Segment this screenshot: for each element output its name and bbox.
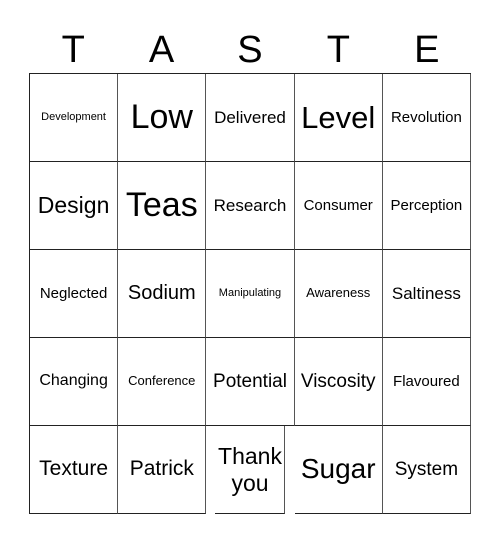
bingo-cell[interactable]: Sodium [118, 250, 207, 338]
bingo-cell[interactable]: Texture [30, 426, 119, 514]
bingo-cell[interactable]: Development [30, 74, 119, 162]
bingo-cell[interactable]: Sugar [294, 426, 383, 514]
bingo-header: T A S T E [29, 28, 471, 72]
bingo-cell[interactable]: Revolution [382, 74, 471, 162]
bingo-cell[interactable]: System [382, 426, 471, 514]
bingo-cell[interactable]: Teas [118, 162, 207, 250]
bingo-cell[interactable]: Viscosity [294, 338, 383, 426]
bingo-cell[interactable]: Design [30, 162, 119, 250]
bingo-cell[interactable]: Awareness [294, 250, 383, 338]
bingo-cell[interactable]: Perception [382, 162, 471, 250]
bingo-cell[interactable]: Patrick [118, 426, 207, 514]
bingo-cell[interactable]: Low [118, 74, 207, 162]
header-letter: S [237, 29, 263, 71]
bingo-cell[interactable]: Conference [118, 338, 207, 426]
bingo-cell[interactable]: Research [206, 162, 295, 250]
bingo-cell[interactable]: Changing [30, 338, 119, 426]
bingo-cell[interactable]: Thank you [215, 426, 286, 514]
header-letter: E [414, 29, 440, 71]
header-letter: A [148, 29, 175, 71]
bingo-cell[interactable]: Manipulating [206, 250, 295, 338]
bingo-cell[interactable]: Potential [206, 338, 295, 426]
bingo-cell[interactable]: Level [294, 74, 383, 162]
bingo-cell[interactable]: Flavoured [382, 338, 471, 426]
bingo-cell[interactable]: Consumer [294, 162, 383, 250]
bingo-grid: Development Low Delivered Level Revoluti… [29, 73, 471, 514]
bingo-cell[interactable]: Delivered [206, 74, 295, 162]
header-letter: T [326, 29, 350, 71]
bingo-cell[interactable]: Neglected [30, 250, 119, 338]
bingo-cell[interactable]: Saltiness [382, 250, 471, 338]
header-letter: T [61, 29, 85, 71]
